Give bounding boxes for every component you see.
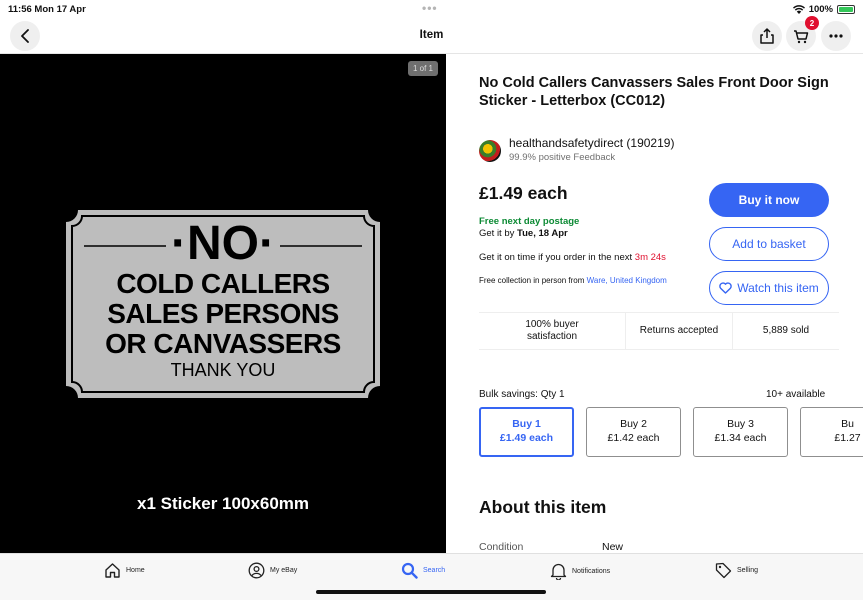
about-heading: About this item (479, 497, 607, 517)
header: Item 2 (0, 16, 863, 54)
item-price: £1.49 each (479, 183, 568, 203)
tab-my-ebay-label: My eBay (270, 567, 298, 574)
status-bar: 11:56 Mon 17 Apr ••• 100% (0, 0, 863, 18)
seller-feedback: 99.9% positive Feedback (509, 152, 616, 163)
delivery-prefix: Get it by (479, 228, 518, 239)
stat-returns: Returns accepted (626, 313, 733, 349)
product-image-gallery[interactable]: 1 of 1 ·NO· COLD CALLERS SALES PERSONS O… (0, 54, 446, 553)
multitasking-dots-icon[interactable]: ••• (422, 1, 438, 15)
collection-info: Free collection in person from Ware, Uni… (479, 276, 667, 285)
tab-home-label: Home (126, 567, 145, 574)
stat-sold: 5,889 sold (762, 325, 810, 336)
home-indicator[interactable] (316, 590, 546, 594)
bulk-price: £1.27 (834, 432, 861, 444)
heart-icon (719, 282, 732, 294)
tab-notifications[interactable]: Notifications (550, 562, 610, 580)
image-caption: x1 Sticker 100x60mm (136, 494, 310, 513)
condition-value: New (602, 541, 624, 553)
tab-my-ebay[interactable]: My eBay (248, 562, 297, 579)
home-icon (105, 563, 120, 578)
share-icon (760, 28, 774, 44)
tab-search-label: Search (423, 567, 446, 574)
item-page: 11:56 Mon 17 Apr ••• 100% Item 2 1 of 1 (0, 0, 863, 600)
collection-location-link[interactable]: Ware, United Kingdom (587, 276, 667, 285)
sign-thanks: THANK YOU (170, 360, 276, 380)
seller-avatar[interactable] (479, 140, 501, 162)
battery-percent: 100% (808, 4, 833, 15)
bulk-qty: Bu (841, 418, 854, 431)
bulk-price: £1.49 each (499, 432, 554, 444)
delivery-estimate: Get it by Tue, 18 Apr (479, 228, 568, 239)
tab-search[interactable]: Search (401, 562, 445, 579)
bulk-option-2[interactable]: Buy 2 £1.42 each (586, 407, 681, 457)
bulk-option-3[interactable]: Buy 3 £1.34 each (693, 407, 788, 457)
tab-selling[interactable]: Selling (715, 562, 758, 579)
cart-count-badge: 2 (805, 16, 819, 30)
collection-prefix: Free collection in person from (479, 276, 587, 285)
more-button[interactable] (821, 21, 851, 51)
postage-info: Free next day postage (479, 216, 580, 227)
bulk-price: £1.42 each (607, 432, 660, 444)
watch-item-button[interactable]: Watch this item (709, 271, 829, 305)
item-details: No Cold Callers Canvassers Sales Front D… (446, 54, 863, 553)
buy-it-now-button[interactable]: Buy it now (709, 183, 829, 217)
more-icon (829, 34, 843, 38)
watch-label: Watch this item (737, 281, 819, 295)
tab-notifications-label: Notifications (572, 567, 611, 575)
cart-button[interactable]: 2 (786, 16, 819, 51)
add-to-basket-button[interactable]: Add to basket (709, 227, 829, 261)
share-button[interactable] (752, 21, 782, 51)
search-icon (401, 562, 418, 579)
bulk-option-1[interactable]: Buy 1 £1.49 each (479, 407, 574, 457)
user-icon (248, 562, 265, 579)
bulk-option-4[interactable]: Bu £1.27 (800, 407, 863, 457)
bulk-qty: Buy 3 (727, 418, 754, 431)
bulk-price: £1.34 each (714, 432, 767, 444)
delivery-date: Tue, 18 Apr (517, 228, 568, 239)
item-title: No Cold Callers Canvassers Sales Front D… (479, 75, 829, 110)
condition-label: Condition (479, 541, 524, 553)
available-count: 10+ available (766, 389, 826, 400)
battery-icon (837, 5, 855, 14)
bulk-qty: Buy 2 (620, 418, 647, 431)
sign-no-text: ·NO· (171, 217, 275, 270)
bulk-savings-label: Bulk savings: Qty 1 (479, 389, 565, 400)
countdown-time: 3m 24s (634, 252, 666, 263)
cart-icon (794, 29, 809, 43)
tab-home[interactable]: Home (104, 562, 145, 579)
tab-selling-label: Selling (737, 567, 759, 574)
sign-line-2: SALES PERSONS (107, 298, 339, 329)
bulk-qty: Buy 1 (512, 418, 541, 431)
seller-name-link[interactable]: healthandsafetydirect (190219) (509, 136, 674, 150)
status-right: 100% (792, 4, 855, 15)
wifi-icon (792, 5, 805, 14)
image-counter: 1 of 1 (407, 61, 438, 76)
ontime-prefix: Get it on time if you order in the next (479, 252, 635, 263)
order-countdown: Get it on time if you order in the next … (479, 252, 666, 263)
status-time: 11:56 Mon 17 Apr (8, 4, 86, 15)
bell-icon (550, 563, 567, 580)
seller-stats: 100% buyer satisfaction Returns accepted… (479, 312, 839, 350)
stat-satisfaction: 100% buyer satisfaction (479, 313, 626, 349)
page-title: Item (419, 29, 444, 41)
sign-line-3: OR CANVASSERS (105, 328, 341, 359)
sign-line-1: COLD CALLERS (116, 268, 330, 299)
tag-icon (715, 562, 732, 579)
product-image-sign: ·NO· COLD CALLERS SALES PERSONS OR CANVA… (66, 210, 380, 398)
